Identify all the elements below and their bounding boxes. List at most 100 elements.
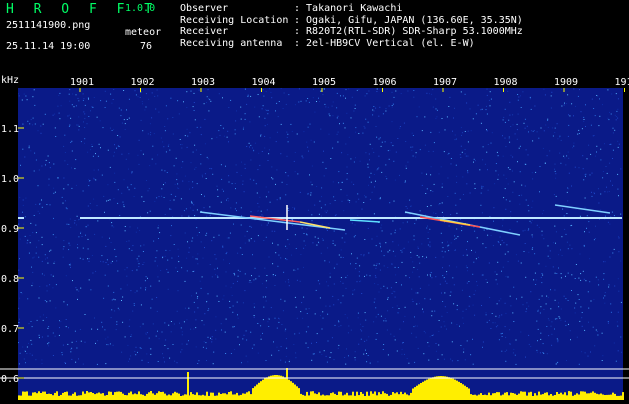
- level-bar: [414, 387, 416, 400]
- level-bar: [54, 393, 56, 400]
- level-bar: [160, 392, 162, 400]
- level-bar: [444, 376, 446, 400]
- level-bar: [490, 395, 492, 400]
- level-bar: [502, 395, 504, 400]
- level-bar: [450, 378, 452, 400]
- level-bar: [500, 395, 502, 400]
- time-tick-label: 1909: [554, 77, 578, 88]
- level-bar: [80, 395, 82, 400]
- level-bar: [104, 396, 106, 400]
- level-bar: [314, 393, 316, 400]
- freq-tick-label: 1.1: [1, 124, 19, 135]
- time-tick-label: 1902: [131, 77, 155, 88]
- detection-count: 76: [140, 41, 152, 52]
- level-bar: [44, 392, 46, 400]
- level-bar: [110, 392, 112, 400]
- level-bar: [146, 394, 148, 400]
- level-bar: [506, 392, 508, 400]
- level-bar: [280, 376, 282, 400]
- level-bar: [542, 394, 544, 400]
- level-bar: [180, 396, 182, 400]
- level-bar: [434, 377, 436, 400]
- level-bar: [600, 394, 602, 401]
- level-bar: [470, 394, 472, 400]
- level-bar: [246, 392, 248, 400]
- level-bar: [68, 396, 70, 401]
- level-bar: [56, 391, 58, 400]
- level-bar: [610, 395, 612, 400]
- level-bar: [378, 392, 380, 400]
- level-bar: [266, 377, 268, 400]
- level-bar: [312, 391, 314, 400]
- spectrogram-svg: 1901190219031904190519061907190819091910…: [0, 70, 629, 400]
- level-bar: [466, 387, 468, 400]
- level-bar: [552, 396, 554, 400]
- level-bar: [162, 392, 164, 400]
- level-bar: [384, 393, 386, 400]
- level-bar: [182, 395, 184, 400]
- waterfall-area: [18, 88, 623, 400]
- level-bar: [204, 396, 206, 400]
- level-bar: [606, 395, 608, 400]
- level-bar: [38, 391, 40, 400]
- level-bar: [580, 391, 582, 400]
- level-bar: [168, 395, 170, 401]
- level-bar: [298, 388, 300, 400]
- spectrogram-panel: 1901190219031904190519061907190819091910…: [0, 70, 629, 400]
- level-bar: [118, 392, 120, 401]
- level-bar: [332, 392, 334, 400]
- level-bar: [174, 392, 176, 400]
- level-bar: [390, 395, 392, 400]
- level-bar: [356, 392, 358, 400]
- level-bar: [608, 395, 610, 400]
- level-bar: [144, 396, 146, 400]
- level-bar: [578, 395, 580, 401]
- level-bar: [210, 393, 212, 400]
- level-bar: [420, 383, 422, 400]
- level-bar: [274, 375, 276, 400]
- level-bar: [172, 393, 174, 400]
- level-bar: [218, 393, 220, 400]
- level-bar: [496, 392, 498, 400]
- level-bar: [214, 396, 216, 400]
- level-bar: [550, 394, 552, 400]
- level-bar: [442, 376, 444, 400]
- level-bar: [178, 394, 180, 400]
- level-bar: [522, 392, 524, 400]
- level-bar: [84, 394, 86, 400]
- level-bar: [252, 388, 254, 400]
- info-row-observer: Observer: Takanori Kawachi: [180, 3, 523, 15]
- level-bar: [94, 394, 96, 400]
- level-bar: [620, 396, 622, 400]
- level-bar: [582, 391, 584, 400]
- level-bar: [212, 393, 214, 400]
- level-bar: [234, 394, 236, 400]
- level-bar: [116, 392, 118, 400]
- level-bar: [474, 395, 476, 400]
- level-bar: [446, 377, 448, 400]
- freq-tick-label: 0.8: [1, 274, 19, 285]
- level-bar: [238, 395, 240, 400]
- level-bar: [516, 395, 518, 400]
- level-bar: [374, 392, 376, 401]
- level-bar: [318, 392, 320, 400]
- level-bar: [60, 395, 62, 400]
- level-bar: [258, 383, 260, 400]
- level-bar: [206, 392, 208, 400]
- level-bar: [454, 380, 456, 400]
- level-bar: [370, 391, 372, 400]
- observation-datetime: 25.11.14 19:00: [6, 41, 90, 52]
- level-bar: [584, 392, 586, 400]
- level-bar: [498, 392, 500, 400]
- level-bar: [92, 393, 94, 400]
- level-bar: [594, 393, 596, 400]
- level-bar: [494, 393, 496, 400]
- header-panel: H R O F F T 1.0.0 2511141900.png 25.11.1…: [0, 0, 629, 70]
- freq-tick-label: 0.7: [1, 324, 19, 335]
- level-bar: [26, 391, 28, 400]
- level-bar: [300, 394, 302, 400]
- level-bar: [530, 392, 532, 400]
- level-bar: [524, 392, 526, 400]
- level-bar: [520, 391, 522, 400]
- level-bar: [492, 393, 494, 400]
